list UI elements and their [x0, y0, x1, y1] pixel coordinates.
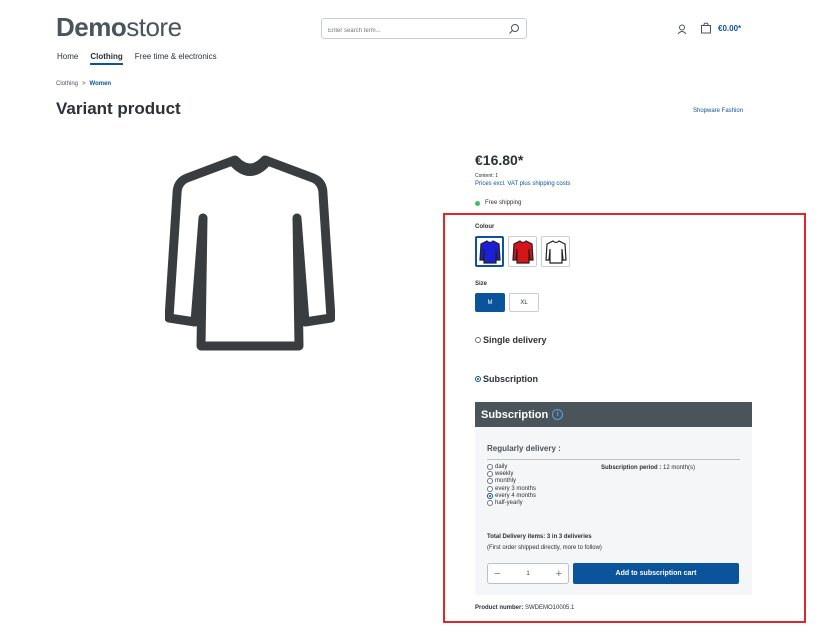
subscription-option-label: Subscription — [483, 374, 539, 384]
interval-label: weekly — [495, 471, 514, 478]
interval-label: half-yearly — [495, 499, 523, 506]
add-to-subscription-cart-button[interactable]: Add to subscription cart — [573, 563, 739, 584]
single-delivery-label: Single delivery — [483, 335, 547, 345]
minus-icon[interactable]: − — [494, 568, 500, 580]
subscription-period: Subscription period : 12 month(s) — [601, 465, 695, 471]
interval-option-every-4-months[interactable]: every 4 months — [487, 492, 537, 499]
size-option-xl[interactable]: XL — [509, 293, 539, 312]
info-icon[interactable]: i — [552, 409, 564, 420]
delivery-status-dot — [475, 200, 480, 206]
nav-item-home[interactable]: Home — [57, 52, 78, 65]
interval-radio[interactable] — [487, 485, 493, 492]
size-label: Size — [475, 281, 488, 287]
main-navigation: Home Clothing Free time & electronics — [57, 52, 217, 65]
page-title: Variant product — [56, 99, 181, 118]
subscription-radio[interactable] — [475, 376, 481, 382]
search-input[interactable] — [328, 21, 498, 41]
search-icon[interactable] — [508, 22, 520, 40]
tax-shipping-link[interactable]: Prices excl. VAT plus shipping costs — [475, 181, 570, 187]
interval-label: monthly — [495, 478, 517, 485]
interval-option-daily[interactable]: daily — [487, 464, 536, 470]
product-image[interactable] — [164, 148, 336, 365]
interval-label: every 4 months — [495, 492, 537, 499]
plus-icon[interactable]: + — [556, 568, 562, 580]
interval-option-half-yearly[interactable]: half-yearly — [487, 499, 536, 506]
interval-radio[interactable] — [487, 471, 493, 478]
delivery-text: Free shipping — [485, 200, 522, 206]
quantity-value[interactable]: 1 — [526, 571, 529, 577]
single-delivery-option[interactable]: Single delivery — [475, 335, 547, 345]
delivery-interval-options: daily weekly monthly every 3 months ever… — [487, 464, 536, 506]
regular-delivery-title: Regularly delivery : — [487, 444, 561, 453]
search-box[interactable] — [321, 18, 527, 41]
colour-options — [475, 236, 570, 267]
colour-option-red[interactable] — [508, 236, 537, 267]
cart-icon[interactable] — [700, 21, 712, 39]
interval-option-every-3-months[interactable]: every 3 months — [487, 485, 537, 492]
breadcrumb-separator: > — [82, 81, 86, 87]
account-icon[interactable] — [677, 22, 687, 40]
product-number: Product number: SWDEMO10005.1 — [475, 605, 574, 611]
interval-label: daily — [495, 464, 508, 470]
delivery-info: Free shipping — [475, 200, 521, 206]
subscription-panel-title: Subscription — [481, 408, 549, 421]
subscription-option[interactable]: Subscription — [475, 374, 538, 384]
interval-radio[interactable] — [487, 478, 493, 485]
interval-label: every 3 months — [495, 485, 537, 492]
single-delivery-radio[interactable] — [475, 337, 481, 343]
product-price: €16.80* — [475, 152, 524, 168]
size-options: M XL — [475, 293, 539, 312]
product-content: Content: 1 — [475, 173, 499, 179]
product-number-label: Product number: — [475, 605, 524, 611]
quantity-stepper[interactable]: − 1 + — [487, 563, 569, 584]
divider — [487, 459, 740, 460]
cart-total[interactable]: €0.00* — [718, 24, 741, 33]
first-order-note: (First order shipped directly, more to f… — [487, 545, 602, 551]
interval-radio[interactable] — [487, 492, 493, 499]
breadcrumb-item-women[interactable]: Women — [90, 81, 112, 87]
colour-label: Colour — [475, 224, 495, 230]
nav-item-free-time-electronics[interactable]: Free time & electronics — [135, 52, 217, 65]
interval-radio[interactable] — [487, 499, 493, 506]
subscription-period-label: Subscription period : — [601, 465, 662, 471]
product-number-value: SWDEMO10005.1 — [525, 605, 575, 611]
manufacturer-link[interactable]: Shopware Fashion — [693, 108, 743, 114]
interval-radio[interactable] — [487, 464, 493, 470]
total-delivery-items: Total Delivery items: 3 in 3 deliveries — [487, 534, 592, 540]
colour-option-blue[interactable] — [475, 236, 504, 267]
breadcrumb: Clothing > Women — [56, 81, 111, 87]
interval-option-monthly[interactable]: monthly — [487, 478, 536, 485]
size-option-m[interactable]: M — [475, 293, 505, 312]
nav-item-clothing[interactable]: Clothing — [90, 52, 123, 65]
subscription-period-value: 12 month(s) — [663, 465, 696, 471]
interval-option-weekly[interactable]: weekly — [487, 471, 536, 478]
subscription-panel-header: Subscription i — [475, 402, 752, 427]
colour-option-white[interactable] — [541, 236, 570, 267]
breadcrumb-item-clothing[interactable]: Clothing — [56, 81, 78, 87]
logo[interactable]: Demostore — [56, 12, 182, 43]
